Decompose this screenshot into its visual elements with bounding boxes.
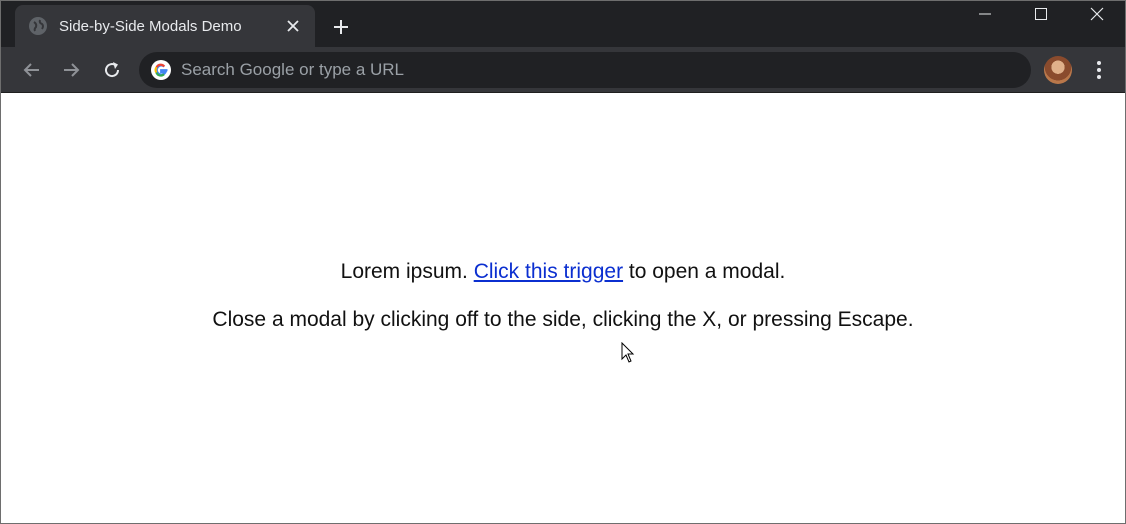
minimize-button[interactable]: [957, 1, 1013, 27]
instructions-text: Close a modal by clicking off to the sid…: [212, 308, 914, 331]
menu-dot: [1097, 61, 1101, 65]
globe-icon: [29, 17, 47, 35]
omnibox-input[interactable]: [181, 60, 1001, 80]
maximize-icon: [1035, 8, 1047, 20]
new-tab-button[interactable]: [327, 13, 355, 41]
browser-menu-button[interactable]: [1087, 56, 1111, 84]
mouse-cursor-icon: [621, 342, 635, 363]
browser-window: Side-by-Side Modals Demo Search Google o…: [0, 0, 1126, 524]
active-tab[interactable]: Side-by-Side Modals Demo: [15, 5, 315, 47]
menu-dot: [1097, 68, 1101, 72]
plus-icon: [334, 20, 348, 34]
close-icon: [1090, 7, 1104, 21]
browser-toolbar: [1, 47, 1125, 93]
reload-button[interactable]: [97, 55, 127, 85]
intro-text-after: to open a modal.: [623, 260, 786, 283]
close-window-button[interactable]: [1069, 1, 1125, 27]
intro-text: Lorem ipsum. Click this trigger to open …: [1, 260, 1125, 284]
back-arrow-icon: [23, 63, 39, 77]
tab-close-icon[interactable]: [283, 16, 303, 36]
modal-trigger-link[interactable]: Click this trigger: [474, 260, 623, 283]
window-controls: [957, 1, 1125, 31]
page-content: Lorem ipsum. Click this trigger to open …: [1, 94, 1125, 523]
back-button[interactable]: [17, 55, 47, 85]
menu-dot: [1097, 75, 1101, 79]
intro-text-before: Lorem ipsum.: [340, 260, 474, 283]
minimize-icon: [979, 13, 991, 15]
maximize-button[interactable]: [1013, 1, 1069, 27]
forward-button[interactable]: [56, 55, 86, 85]
address-bar[interactable]: [139, 52, 1031, 88]
google-icon: [151, 60, 171, 80]
tab-strip: Side-by-Side Modals Demo: [1, 1, 1125, 47]
forward-arrow-icon: [64, 63, 80, 77]
reload-icon: [105, 62, 120, 78]
profile-avatar[interactable]: [1044, 56, 1072, 84]
tab-title: Side-by-Side Modals Demo: [59, 17, 242, 35]
